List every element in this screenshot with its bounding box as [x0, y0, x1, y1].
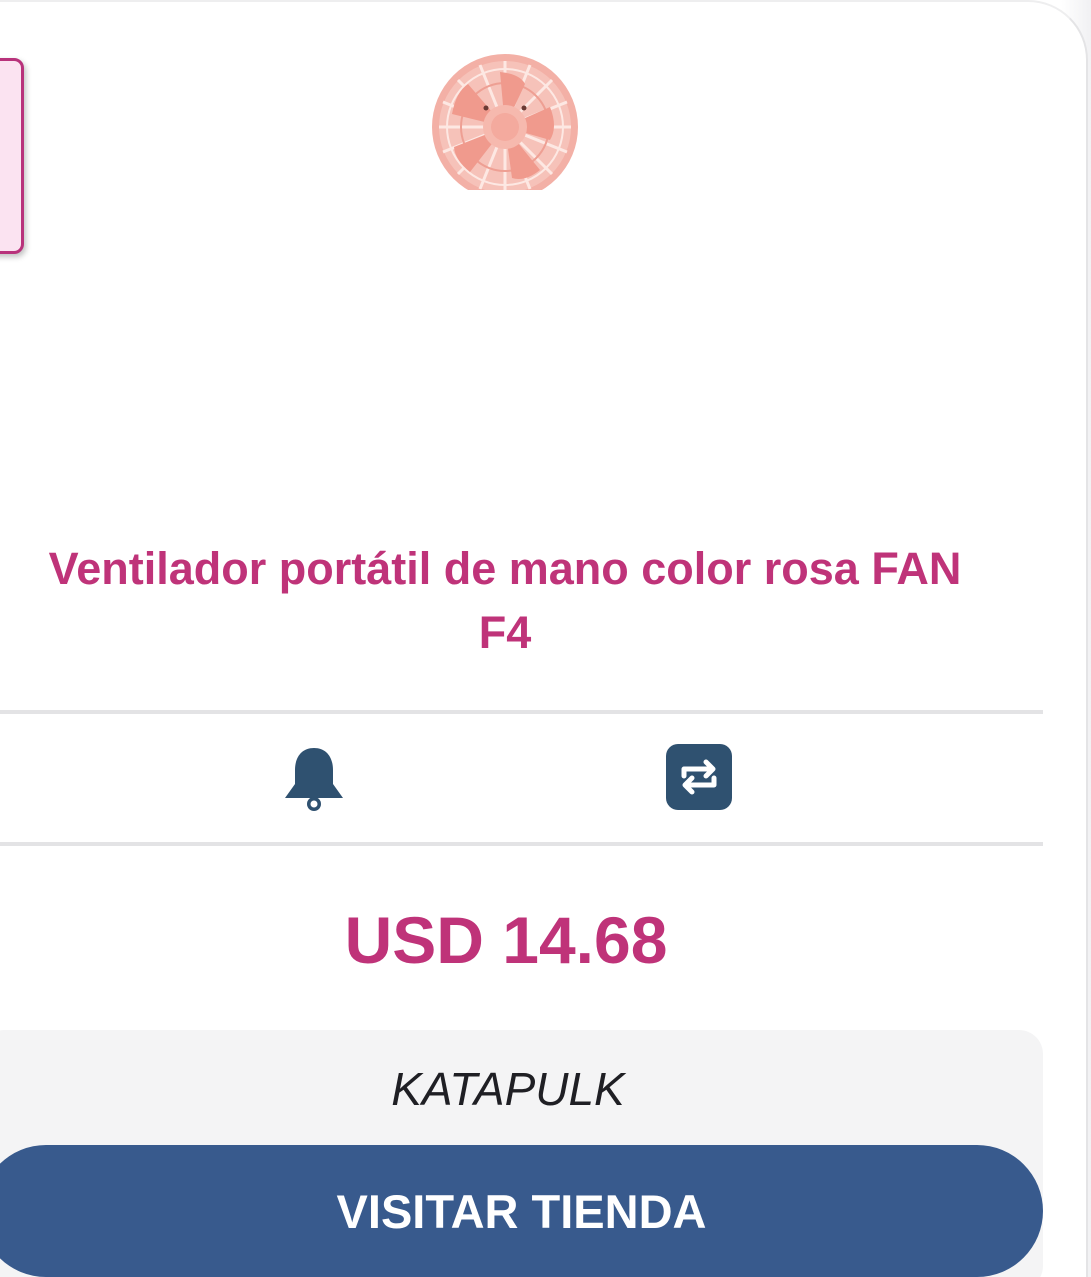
compare-button[interactable]	[666, 744, 732, 810]
product-image[interactable]	[365, 22, 645, 192]
fan-image-icon	[432, 54, 578, 190]
product-card: Ventilador portátil de mano color rosa F…	[0, 0, 1088, 1277]
bell-icon	[285, 748, 343, 811]
notify-button[interactable]	[280, 744, 348, 812]
product-title[interactable]: Ventilador portátil de mano color rosa F…	[40, 537, 970, 665]
visit-store-button[interactable]: VISITAR TIENDA	[0, 1145, 1043, 1277]
previous-card-tab[interactable]	[0, 58, 24, 254]
product-price: USD 14.68	[344, 903, 668, 977]
divider-top	[0, 710, 1043, 714]
store-name: KATAPULK	[391, 1063, 625, 1115]
compare-arrows-icon	[666, 744, 732, 810]
divider-bottom	[0, 842, 1043, 846]
